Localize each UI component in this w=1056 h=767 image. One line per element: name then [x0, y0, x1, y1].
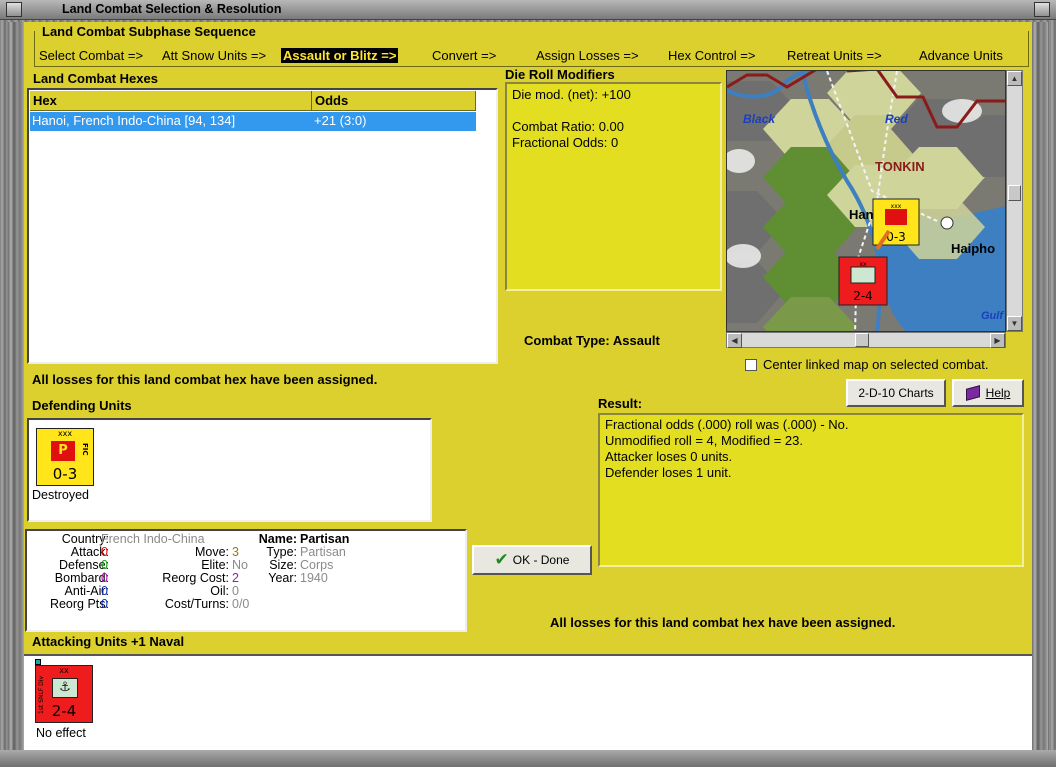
checkmark-icon: ✔ [494, 550, 509, 570]
costturns-value: 0/0 [232, 597, 250, 611]
table-row[interactable]: Hanoi, French Indo-China [94, 134] +21 (… [30, 112, 476, 131]
odds-cell: +21 (3:0) [314, 113, 367, 128]
map-svg: Black Red TONKIN Han Haipho Gulf xxx 0-3… [727, 71, 1005, 331]
anchor-icon: ⚓ [52, 678, 78, 698]
unit-strength: 0-3 [52, 465, 78, 483]
attacking-units-title: Attacking Units +1 Naval [32, 634, 185, 649]
year-value: 1940 [300, 571, 328, 585]
charts-button-label: 2-D-10 Charts [858, 386, 934, 400]
scroll-up-button[interactable]: ▲ [1007, 71, 1022, 86]
map-label-hanoi: Han [849, 207, 874, 222]
defending-unit-status: Destroyed [32, 488, 89, 502]
scroll-left-button[interactable]: ◀ [727, 333, 742, 348]
combat-type-value: Assault [612, 333, 660, 348]
left-frame-pillar [8, 22, 24, 750]
ok-done-label: OK - Done [512, 553, 570, 567]
help-button[interactable]: Help [952, 379, 1024, 407]
modifiers-title: Die Roll Modifiers [505, 67, 615, 82]
result-line: Defender loses 1 unit. [605, 465, 732, 480]
map-label-haiphong: Haipho [951, 241, 995, 256]
map-label-gulf: Gulf [981, 310, 1004, 322]
result-line: Fractional odds (.000) roll was (.000) -… [605, 417, 849, 432]
right-frame-pillar [1032, 22, 1048, 750]
combat-type: Combat Type: Assault [524, 333, 660, 348]
hex-cell: Hanoi, French Indo-China [94, 134] [32, 113, 236, 128]
modifiers-box: Die mod. (net): +100 Combat Ratio: 0.00 … [505, 82, 722, 291]
map-unit-jap-strength: 2-4 [853, 289, 873, 303]
window-title: Land Combat Selection & Resolution [62, 2, 282, 16]
map-label-red: Red [885, 112, 908, 126]
defending-unit-counter[interactable]: xxx P FIC 0-3 [36, 428, 94, 486]
hex-map[interactable]: Black Red TONKIN Han Haipho Gulf xxx 0-3… [726, 70, 1006, 332]
map-label-black: Black [743, 112, 776, 126]
modifier-line: Combat Ratio: 0.00 [512, 119, 625, 134]
scroll-thumb[interactable] [1008, 185, 1021, 201]
losses-assigned-message: All losses for this land combat hex have… [32, 372, 378, 387]
unit-size: xx [59, 666, 69, 675]
unit-size: xxx [57, 429, 73, 438]
help-button-label: Help [985, 386, 1011, 400]
costturns-label: Cost/Turns: [164, 597, 229, 611]
year-label: Year: [268, 571, 297, 585]
country-value: French Indo-China [101, 532, 205, 546]
step-retreat-units: Retreat Units => [787, 48, 882, 63]
unit-details-box: Country: Attack: Defense: Bombard: Anti-… [25, 529, 467, 632]
close-button[interactable] [1034, 2, 1050, 17]
losses-assigned-message-bottom: All losses for this land combat hex have… [550, 615, 896, 630]
map-unit-jap[interactable]: xx 2-4 [838, 256, 888, 306]
result-box: Fractional odds (.000) roll was (.000) -… [598, 413, 1024, 567]
result-title: Result: [598, 396, 643, 411]
city-marker [940, 216, 954, 230]
modifier-line: Die mod. (net): +100 [512, 87, 631, 102]
map-unit-fic-size: xxx [891, 203, 902, 210]
charts-button[interactable]: 2-D-10 Charts [846, 379, 946, 407]
center-map-label[interactable]: Center linked map on selected combat. [763, 357, 988, 372]
attacking-unit-status: No effect [36, 726, 86, 740]
scroll-right-button[interactable]: ▶ [990, 333, 1005, 348]
system-menu-button[interactable] [6, 2, 22, 17]
book-icon [965, 385, 980, 401]
defending-units-box: xxx P FIC 0-3 Destroyed [27, 418, 432, 522]
map-unit-fic[interactable]: xxx 0-3 [872, 198, 920, 246]
step-select-combat: Select Combat => [39, 48, 144, 63]
scroll-thumb[interactable] [855, 333, 869, 347]
step-advance-units: Advance Units [919, 48, 1003, 63]
result-line: Attacker loses 0 units. [605, 449, 733, 464]
combat-type-label: Combat Type: [524, 333, 610, 348]
unit-side: FIC [81, 443, 89, 456]
map-label-tonkin: TONKIN [875, 159, 925, 174]
bottom-frame [0, 750, 1056, 767]
ok-done-button[interactable]: ✔ OK - Done [472, 545, 592, 575]
title-bar[interactable]: Land Combat Selection & Resolution [0, 0, 1056, 20]
step-hex-control: Hex Control => [668, 48, 756, 63]
step-assault-or-blitz: Assault or Blitz => [281, 48, 399, 63]
step-convert: Convert => [432, 48, 497, 63]
map-unit-jap-symbol [850, 266, 876, 284]
column-header-hex[interactable]: Hex [30, 91, 312, 111]
step-att-snow-units: Att Snow Units => [162, 48, 267, 63]
partisan-symbol-icon: P [51, 441, 75, 461]
column-header-odds[interactable]: Odds [312, 91, 476, 111]
attacking-unit-counter[interactable]: xx ⚓ 1st SNLF Div 2-4 [35, 665, 93, 723]
map-unit-jap-size: xx [859, 261, 867, 268]
map-unit-fic-symbol [885, 209, 907, 225]
center-map-checkbox[interactable] [745, 359, 757, 371]
step-assign-losses: Assign Losses => [536, 48, 639, 63]
defending-units-title: Defending Units [32, 398, 132, 413]
map-vertical-scrollbar[interactable]: ▲ ▼ [1006, 70, 1023, 332]
modifier-line [512, 103, 631, 119]
subphase-title: Land Combat Subphase Sequence [40, 24, 258, 39]
reorgpts-label: Reorg Pts: [49, 597, 109, 611]
result-line: Unmodified roll = 4, Modified = 23. [605, 433, 803, 448]
hexes-grid[interactable]: Hex Odds Hanoi, French Indo-China [94, 1… [27, 88, 498, 364]
unit-strength: 2-4 [51, 702, 77, 720]
hexes-title: Land Combat Hexes [33, 71, 158, 86]
map-horizontal-scrollbar[interactable]: ◀ ▶ [726, 332, 1006, 348]
scroll-down-button[interactable]: ▼ [1007, 316, 1022, 331]
modifier-line: Fractional Odds: 0 [512, 135, 619, 150]
attacking-units-box: xx ⚓ 1st SNLF Div 2-4 No effect [24, 654, 1032, 750]
